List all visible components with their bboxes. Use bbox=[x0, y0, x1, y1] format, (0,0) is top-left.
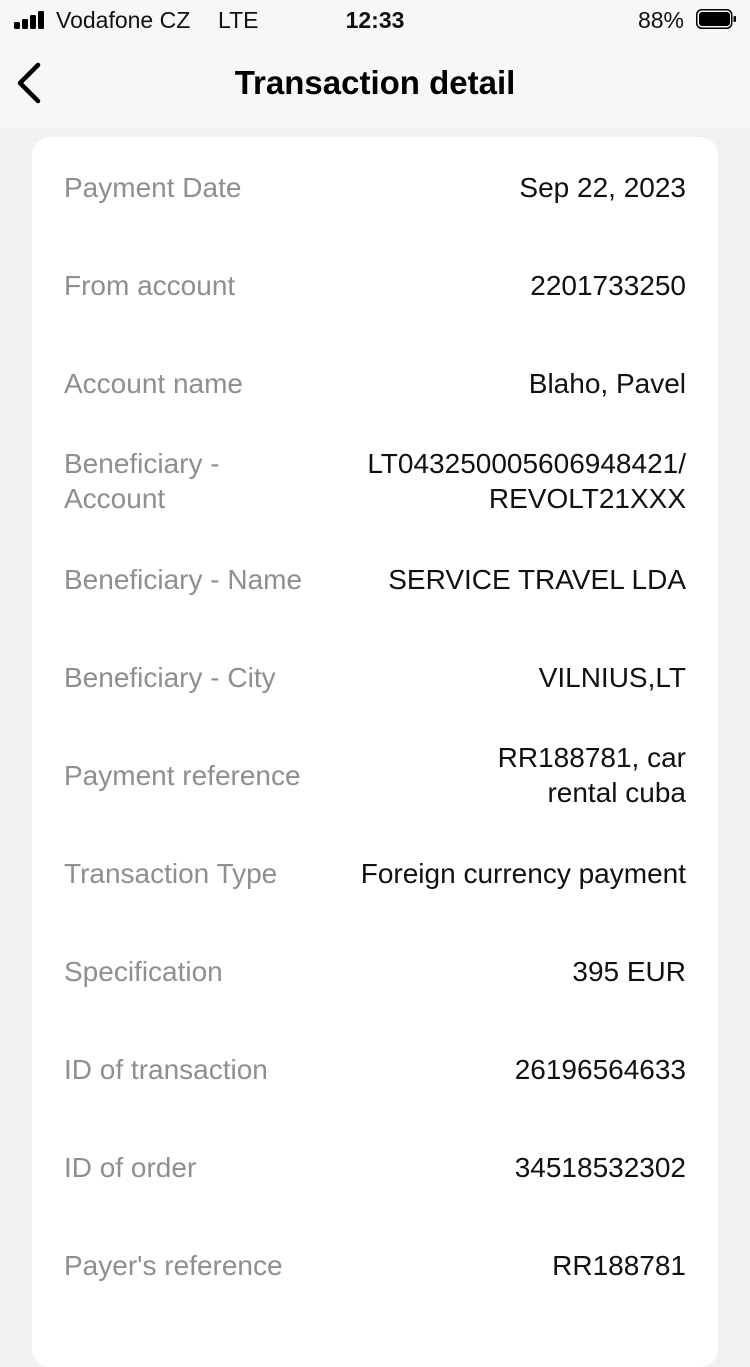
detail-value: 26196564633 bbox=[514, 1053, 686, 1085]
detail-row-payment-reference: Payment reference RR188781, car rental c… bbox=[64, 726, 686, 824]
detail-label: From account bbox=[64, 269, 236, 301]
detail-row-payer-reference: Payer's reference RR188781 bbox=[64, 1216, 686, 1314]
detail-label: Payer's reference bbox=[64, 1249, 283, 1281]
detail-row-beneficiary-account: Beneficiary - Account LT0432500056069484… bbox=[64, 432, 686, 530]
detail-value: RR188781 bbox=[552, 1249, 686, 1281]
detail-label: Beneficiary - Account bbox=[64, 448, 220, 514]
detail-row-beneficiary-name: Beneficiary - Name SERVICE TRAVEL LDA bbox=[64, 530, 686, 628]
detail-value: VILNIUS,LT bbox=[538, 661, 686, 693]
detail-label: Payment Date bbox=[64, 171, 242, 203]
detail-value: RR188781, car rental cuba bbox=[497, 742, 686, 808]
detail-label: Specification bbox=[64, 955, 223, 987]
detail-label: ID of order bbox=[64, 1151, 197, 1183]
transaction-detail-card: Payment Date Sep 22, 2023 From account 2… bbox=[32, 137, 718, 1367]
detail-value: 34518532302 bbox=[514, 1151, 686, 1183]
detail-label: ID of transaction bbox=[64, 1053, 268, 1085]
detail-row-from-account: From account 2201733250 bbox=[64, 236, 686, 334]
detail-value: SERVICE TRAVEL LDA bbox=[388, 563, 686, 595]
battery-percentage: 88% bbox=[637, 7, 684, 33]
detail-value: Foreign currency payment bbox=[360, 857, 686, 889]
page-title: Transaction detail bbox=[234, 64, 516, 101]
detail-row-specification: Specification 395 EUR bbox=[64, 922, 686, 1020]
detail-label: Payment reference bbox=[64, 759, 301, 791]
status-bar: Vodafone CZ LTE 12:33 88% bbox=[0, 0, 750, 40]
detail-label: Beneficiary - Name bbox=[64, 563, 303, 595]
detail-label: Transaction Type bbox=[64, 857, 278, 889]
detail-row-transaction-id: ID of transaction 26196564633 bbox=[64, 1020, 686, 1118]
detail-value: 395 EUR bbox=[572, 955, 686, 987]
battery-icon bbox=[696, 9, 736, 29]
detail-label: Account name bbox=[64, 367, 243, 399]
detail-row-payment-date: Payment Date Sep 22, 2023 bbox=[64, 138, 686, 236]
navigation-bar: Transaction detail bbox=[0, 40, 750, 128]
detail-value: Blaho, Pavel bbox=[528, 367, 686, 399]
detail-row-account-name: Account name Blaho, Pavel bbox=[64, 334, 686, 432]
detail-label: Beneficiary - City bbox=[64, 661, 276, 693]
detail-row-order-id: ID of order 34518532302 bbox=[64, 1118, 686, 1216]
detail-value: Sep 22, 2023 bbox=[519, 171, 686, 203]
detail-value: 2201733250 bbox=[530, 269, 686, 301]
detail-row-transaction-type: Transaction Type Foreign currency paymen… bbox=[64, 824, 686, 922]
detail-value: LT043250005606948421/ REVOLT21XXX bbox=[367, 448, 686, 514]
detail-row-beneficiary-city: Beneficiary - City VILNIUS,LT bbox=[64, 628, 686, 726]
